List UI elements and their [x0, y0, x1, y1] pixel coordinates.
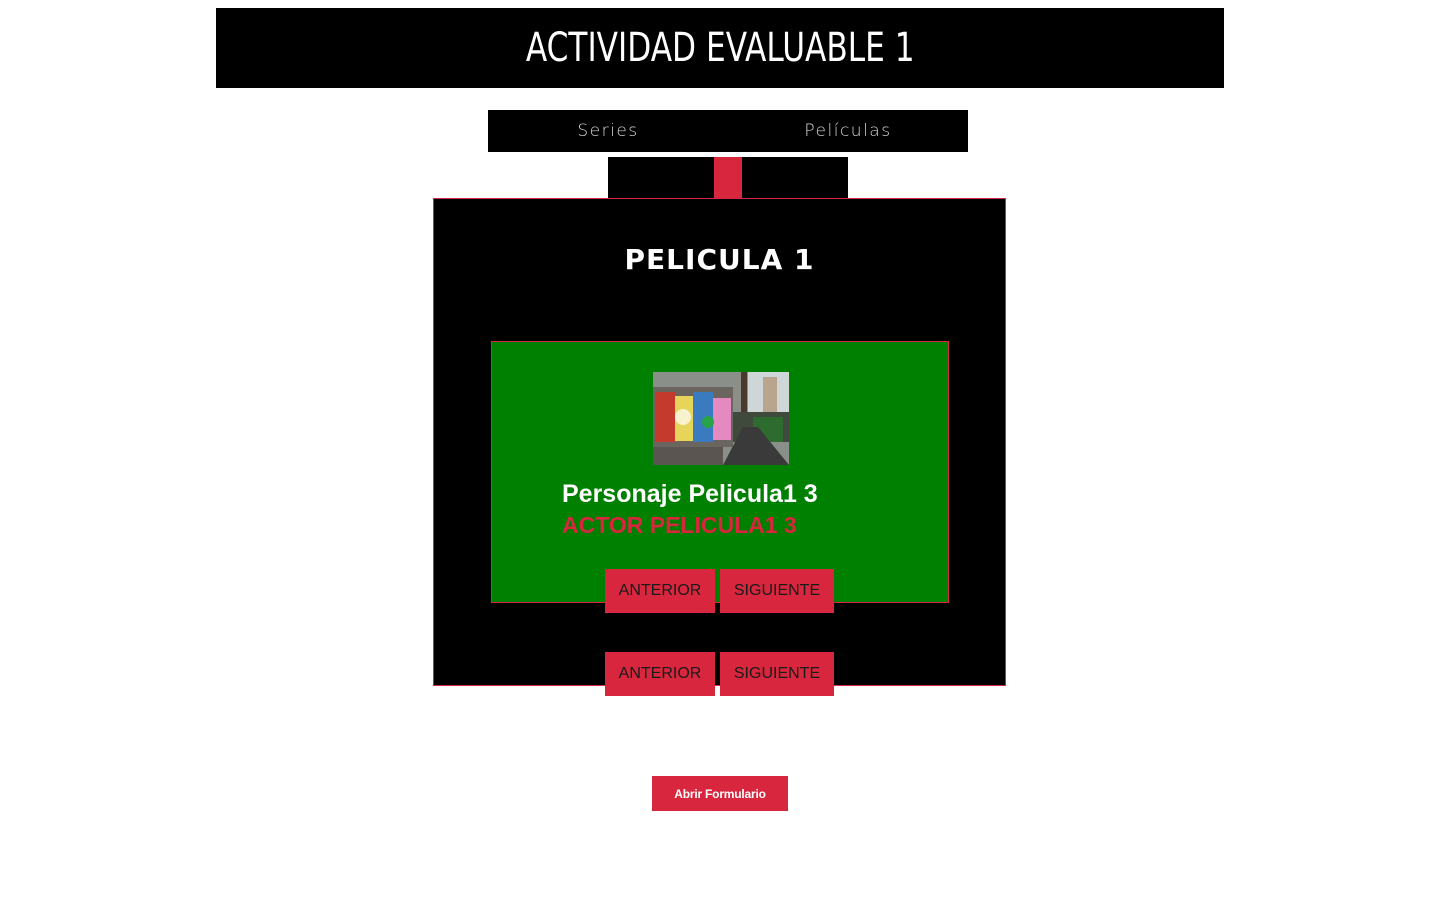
active-tab-indicator — [714, 157, 742, 201]
movie-title: PELICULA 1 — [624, 243, 815, 276]
page-title: ACTIVIDAD EVALUABLE 1 — [525, 25, 915, 71]
main-nav: Series Películas — [488, 110, 968, 152]
open-form-button[interactable]: Abrir Formulario — [652, 776, 788, 811]
character-prev-button[interactable]: ANTERIOR — [605, 569, 715, 613]
active-tab-block — [608, 157, 848, 201]
character-name: Personaje Pelicula1 3 — [562, 480, 818, 508]
nav-item-peliculas[interactable]: Películas — [728, 110, 968, 152]
nav-item-series[interactable]: Series — [488, 110, 728, 152]
graffiti-street-photo-icon — [653, 372, 789, 465]
page-header: ACTIVIDAD EVALUABLE 1 — [216, 8, 1224, 88]
actor-name: ACTOR PELICULA1 3 — [562, 512, 797, 538]
character-image — [653, 372, 789, 465]
character-next-button[interactable]: SIGUIENTE — [720, 569, 834, 613]
movie-prev-button[interactable]: ANTERIOR — [605, 652, 715, 696]
character-card: Personaje Pelicula1 3 ACTOR PELICULA1 3 — [491, 341, 949, 603]
movie-next-button[interactable]: SIGUIENTE — [720, 652, 834, 696]
